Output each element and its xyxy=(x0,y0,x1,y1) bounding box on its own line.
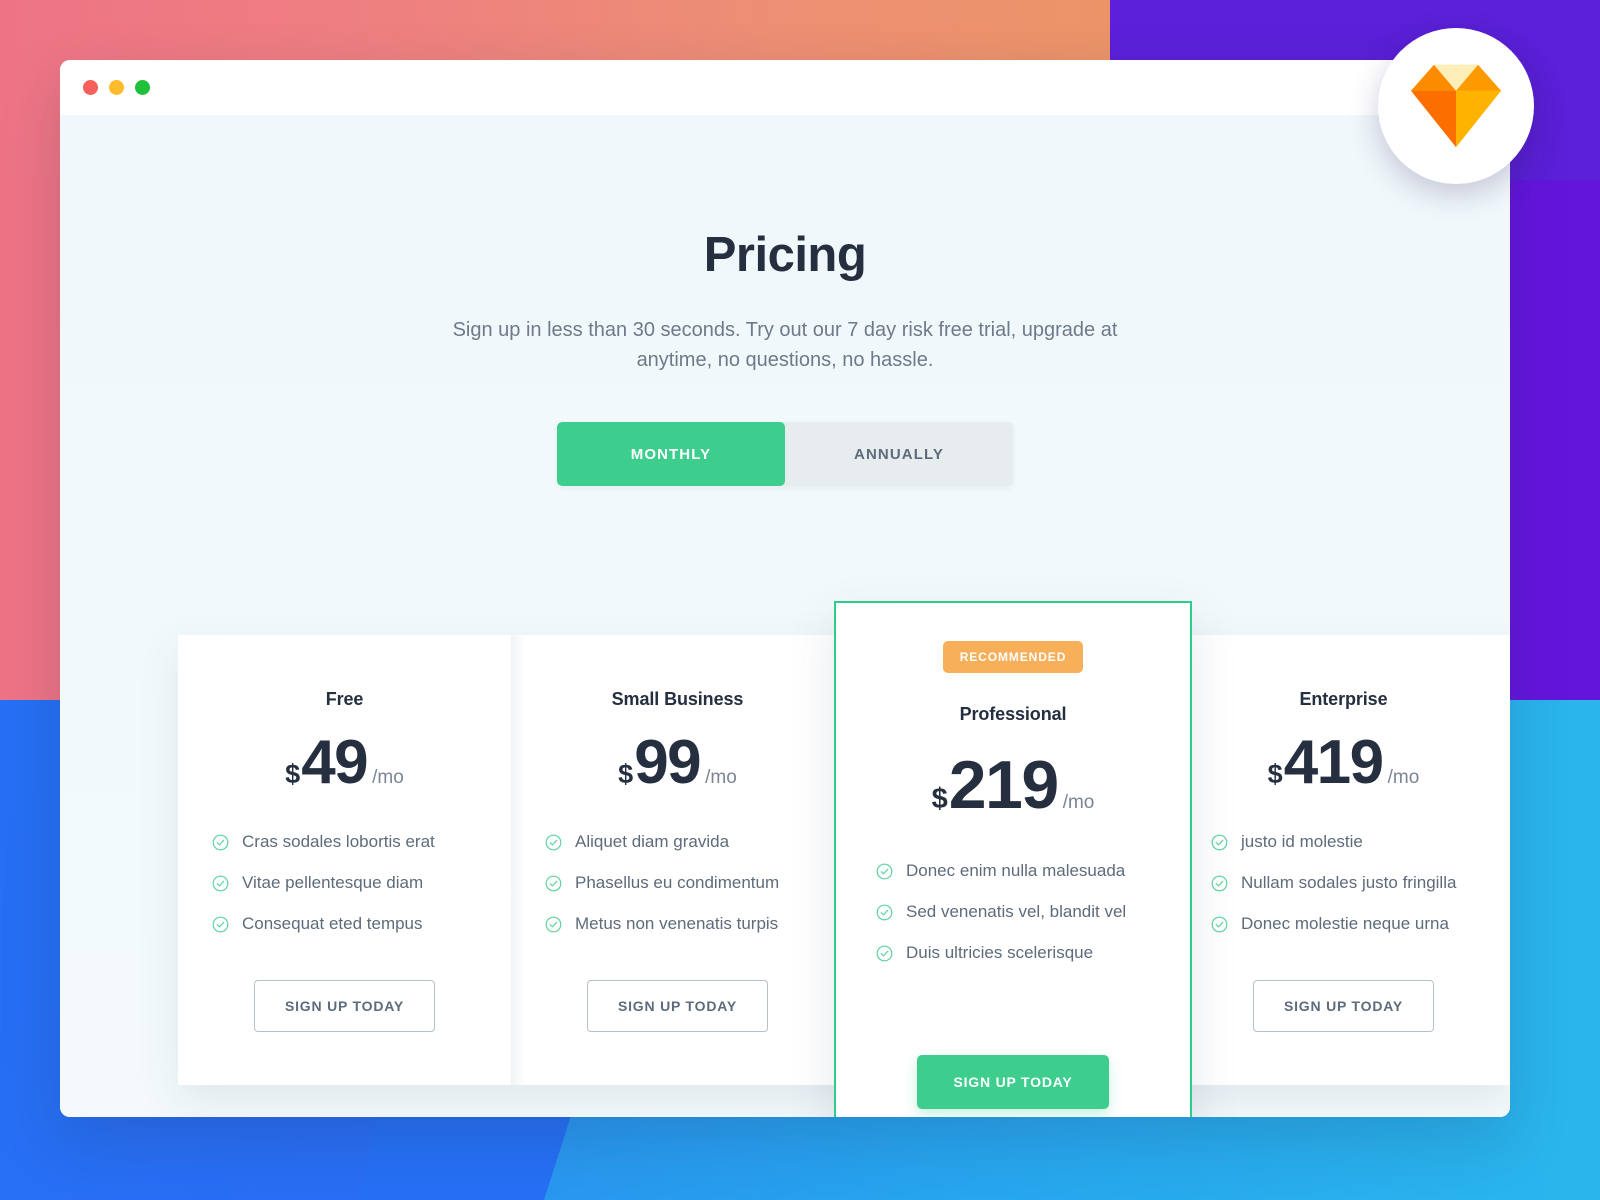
price-amount: 419 xyxy=(1283,728,1384,797)
check-circle-icon xyxy=(876,863,893,879)
feature-label: Nullam sodales justo fringilla xyxy=(1241,873,1457,892)
feature-label: Cras sodales lobortis erat xyxy=(242,832,435,851)
price-period: /mo xyxy=(1062,792,1095,813)
list-item: Donec molestie neque urna xyxy=(1211,914,1476,934)
price-amount: 99 xyxy=(634,728,701,797)
sign-up-button[interactable]: SIGN UP TODAY xyxy=(253,980,436,1032)
billing-period-toggle[interactable]: MONTHLY ANNUALLY xyxy=(557,422,1013,486)
sign-up-button[interactable]: SIGN UP TODAY xyxy=(1252,980,1435,1032)
feature-label: Sed venenatis vel, blandit vel xyxy=(906,902,1127,921)
plan-price: $ 419 /mo xyxy=(1268,732,1420,794)
price-period: /mo xyxy=(705,767,737,788)
list-item: justo id molestie xyxy=(1211,832,1476,852)
page-subtitle: Sign up in less than 30 seconds. Try out… xyxy=(452,319,1118,371)
pricing-cards-container: Free $ 49 /mo Cras sodales lobortis erat… xyxy=(178,575,1510,1117)
check-circle-icon xyxy=(876,904,893,920)
plan-name: Enterprise xyxy=(1299,689,1388,709)
plan-name: Small Business xyxy=(611,689,744,709)
check-circle-icon xyxy=(545,875,562,891)
plan-price: $ 219 /mo xyxy=(932,751,1095,819)
maximize-window-button[interactable] xyxy=(135,80,150,95)
currency-symbol: $ xyxy=(618,759,634,789)
plan-price: $ 99 /mo xyxy=(618,732,737,794)
pricing-card-professional[interactable]: RECOMMENDED Professional $ 219 /mo Donec… xyxy=(834,601,1192,1117)
plan-name: Professional xyxy=(959,704,1067,724)
list-item: Aliquet diam gravida xyxy=(545,832,810,852)
sign-up-button[interactable]: SIGN UP TODAY xyxy=(586,980,769,1032)
pricing-page: Pricing Sign up in less than 30 seconds.… xyxy=(60,115,1510,1117)
feature-label: Duis ultricies scelerisque xyxy=(906,943,1094,962)
list-item: Consequat eted tempus xyxy=(212,914,477,934)
list-item: Cras sodales lobortis erat xyxy=(212,832,477,852)
pricing-card-small-business[interactable]: Small Business $ 99 /mo Aliquet diam gra… xyxy=(511,635,844,1085)
check-circle-icon xyxy=(545,916,562,932)
plan-name: Free xyxy=(325,689,364,709)
page-title: Pricing xyxy=(703,228,867,282)
window-titlebar xyxy=(60,60,1510,115)
feature-list: Donec enim nulla malesuada Sed venenatis… xyxy=(836,861,1190,984)
sketch-logo-badge xyxy=(1378,28,1534,184)
feature-label: justo id molestie xyxy=(1241,832,1363,851)
feature-list: Cras sodales lobortis erat Vitae pellent… xyxy=(178,832,511,955)
minimize-window-button[interactable] xyxy=(109,80,124,95)
sign-up-button[interactable]: SIGN UP TODAY xyxy=(917,1055,1109,1109)
list-item: Sed venenatis vel, blandit vel xyxy=(876,902,1150,922)
price-period: /mo xyxy=(372,767,404,788)
sketch-diamond-icon xyxy=(1411,64,1501,148)
billing-toggle-wrapper: MONTHLY ANNUALLY xyxy=(60,422,1510,486)
feature-label: Donec molestie neque urna xyxy=(1241,914,1449,933)
check-circle-icon xyxy=(212,916,229,932)
list-item: Vitae pellentesque diam xyxy=(212,873,477,893)
feature-label: Consequat eted tempus xyxy=(242,914,423,933)
check-circle-icon xyxy=(212,875,229,891)
currency-symbol: $ xyxy=(285,759,301,789)
list-item: Phasellus eu condimentum xyxy=(545,873,810,893)
tab-annually[interactable]: ANNUALLY xyxy=(785,422,1013,486)
check-circle-icon xyxy=(1211,834,1228,850)
feature-label: Metus non venenatis turpis xyxy=(575,914,779,933)
feature-label: Vitae pellentesque diam xyxy=(242,873,424,892)
close-window-button[interactable] xyxy=(83,80,98,95)
feature-label: Phasellus eu condimentum xyxy=(575,873,780,892)
price-amount: 219 xyxy=(948,747,1059,823)
tab-monthly[interactable]: MONTHLY xyxy=(557,422,785,486)
check-circle-icon xyxy=(545,834,562,850)
browser-window: Pricing Sign up in less than 30 seconds.… xyxy=(60,60,1510,1117)
check-circle-icon xyxy=(876,945,893,961)
feature-list: Aliquet diam gravida Phasellus eu condim… xyxy=(511,832,844,955)
list-item: Metus non venenatis turpis xyxy=(545,914,810,934)
status-badge: RECOMMENDED xyxy=(942,641,1084,673)
check-circle-icon xyxy=(1211,916,1228,932)
check-circle-icon xyxy=(212,834,229,850)
price-period: /mo xyxy=(1387,767,1420,788)
feature-label: Donec enim nulla malesuada xyxy=(906,861,1126,880)
price-amount: 49 xyxy=(301,728,368,797)
plan-price: $ 49 /mo xyxy=(285,732,404,794)
check-circle-icon xyxy=(1211,875,1228,891)
card-divider xyxy=(511,635,525,1085)
pricing-card-enterprise[interactable]: Enterprise $ 419 /mo justo id molestie N… xyxy=(1177,635,1510,1085)
currency-symbol: $ xyxy=(1267,759,1283,789)
currency-symbol: $ xyxy=(931,783,948,815)
list-item: Donec enim nulla malesuada xyxy=(876,861,1150,881)
list-item: Nullam sodales justo fringilla xyxy=(1211,873,1476,893)
feature-label: Aliquet diam gravida xyxy=(575,832,730,851)
pricing-card-free[interactable]: Free $ 49 /mo Cras sodales lobortis erat… xyxy=(178,635,511,1085)
list-item: Duis ultricies scelerisque xyxy=(876,943,1150,963)
feature-list: justo id molestie Nullam sodales justo f… xyxy=(1177,832,1510,955)
